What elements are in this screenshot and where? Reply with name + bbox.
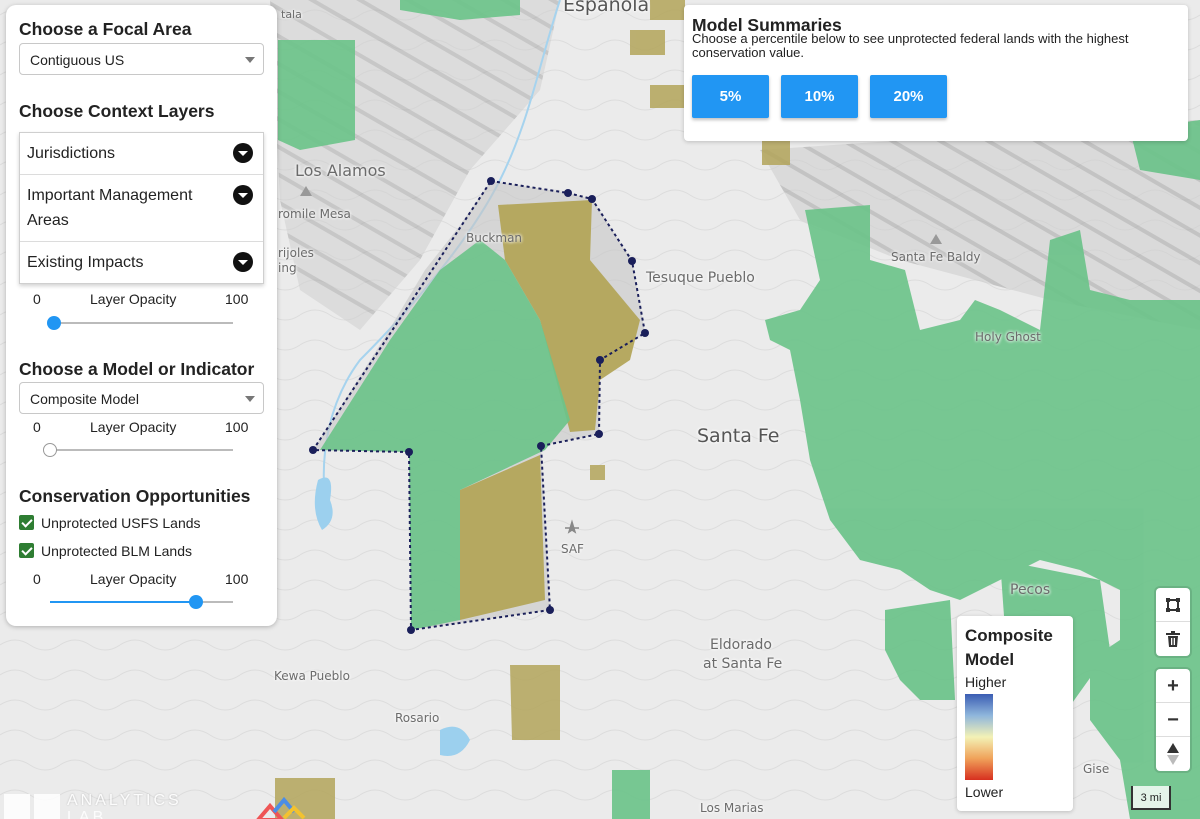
chevron-down-icon bbox=[245, 396, 255, 402]
slider-handle[interactable] bbox=[189, 595, 203, 609]
analytics-lab-logo: ANALYTICS LAB bbox=[0, 790, 200, 819]
map-label-tesuque: Tesuque Pueblo bbox=[646, 270, 755, 286]
context-layers-title: Choose Context Layers bbox=[19, 101, 215, 121]
model-opacity-slider[interactable] bbox=[43, 443, 233, 457]
sidebar-panel: Choose a Focal Area Contiguous US Choose… bbox=[6, 5, 277, 626]
map-label-white-rock: romile Mesa bbox=[278, 207, 351, 221]
opacity-max: 100 bbox=[225, 571, 249, 587]
conservation-opacity-slider[interactable] bbox=[50, 595, 233, 609]
map-label-holy-ghost: Holy Ghost bbox=[975, 330, 1041, 344]
opacity-label: Layer Opacity bbox=[90, 419, 177, 435]
logo-text-line-2: LAB bbox=[67, 809, 107, 819]
draw-polygon-button[interactable] bbox=[1156, 588, 1190, 622]
map-label-rosario: Rosario bbox=[395, 711, 440, 725]
focal-area-value: Contiguous US bbox=[30, 52, 125, 68]
logo-mark-icon bbox=[4, 794, 60, 819]
opacity-max: 100 bbox=[225, 419, 249, 435]
context-layer-label: Existing Impacts bbox=[27, 254, 144, 271]
legend-low-label: Lower bbox=[965, 784, 1004, 800]
map-label-frijoles-2: ing bbox=[278, 261, 297, 275]
chevron-down-icon[interactable] bbox=[233, 252, 253, 272]
model-select[interactable]: Composite Model bbox=[19, 382, 264, 414]
context-layer-management-areas[interactable]: Important Management Areas bbox=[20, 175, 263, 242]
reset-bearing-button[interactable] bbox=[1156, 737, 1190, 771]
usfs-checkbox[interactable] bbox=[19, 515, 34, 530]
blm-checkbox-label: Unprotected BLM Lands bbox=[41, 543, 192, 559]
percentile-10-button[interactable]: 10% bbox=[781, 75, 858, 118]
slider-handle[interactable] bbox=[43, 443, 57, 457]
model-summaries-description: Choose a percentile below to see unprote… bbox=[692, 31, 1129, 60]
zoom-in-button[interactable]: + bbox=[1156, 669, 1190, 703]
map-label-eldorado: Eldorado bbox=[710, 637, 772, 653]
scale-bar: 3 mi bbox=[1131, 786, 1171, 810]
map-label-pecos: Pecos bbox=[1010, 582, 1051, 598]
map-label-top-left: tala bbox=[281, 8, 302, 21]
map-label-buckman: Buckman bbox=[466, 231, 523, 245]
conservation-title: Conservation Opportunities bbox=[19, 486, 251, 506]
chevron-down-icon bbox=[245, 57, 255, 63]
draw-controls bbox=[1156, 588, 1190, 656]
usfs-checkbox-label: Unprotected USFS Lands bbox=[41, 515, 201, 531]
map-label-espanola: Espanola bbox=[563, 0, 650, 16]
context-layer-label: Important Management Areas bbox=[27, 187, 193, 229]
context-layer-existing-impacts[interactable]: Existing Impacts bbox=[20, 242, 263, 283]
opacity-min: 0 bbox=[33, 291, 41, 307]
logo-text-line-1: ANALYTICS bbox=[67, 792, 182, 809]
legend-title: Composite Model bbox=[965, 626, 1053, 669]
blm-checkbox[interactable] bbox=[19, 543, 34, 558]
focal-area-title: Choose a Focal Area bbox=[19, 19, 192, 39]
trash-icon bbox=[1166, 631, 1180, 647]
opacity-min: 0 bbox=[33, 419, 41, 435]
partner-logo-icon bbox=[256, 796, 306, 819]
model-value: Composite Model bbox=[30, 391, 139, 407]
map-label-los-alamos: Los Alamos bbox=[295, 161, 386, 180]
delete-polygon-button[interactable] bbox=[1156, 622, 1190, 656]
map-label-eldorado-2: at Santa Fe bbox=[703, 656, 783, 672]
zoom-out-button[interactable]: − bbox=[1156, 703, 1190, 737]
polygon-icon bbox=[1166, 598, 1180, 612]
model-summaries-panel: Model Summaries Choose a percentile belo… bbox=[684, 5, 1188, 141]
map-label-los-marias: Los Marias bbox=[700, 801, 764, 815]
map-label-santa-fe: Santa Fe bbox=[697, 425, 780, 447]
legend-panel: Composite Model Higher Lower bbox=[957, 616, 1073, 811]
slider-handle[interactable] bbox=[47, 316, 61, 330]
map-label-kewa: Kewa Pueblo bbox=[274, 669, 350, 683]
slider-fill bbox=[50, 601, 196, 603]
zoom-controls: + − bbox=[1156, 669, 1190, 771]
opacity-max: 100 bbox=[225, 291, 249, 307]
context-layers-list: Jurisdictions Important Management Areas… bbox=[19, 132, 264, 284]
percentile-20-button[interactable]: 20% bbox=[870, 75, 947, 118]
context-layer-label: Jurisdictions bbox=[27, 145, 116, 162]
model-title: Choose a Model or Indicator bbox=[19, 359, 255, 379]
map-label-santa-fe-baldy: Santa Fe Baldy bbox=[891, 250, 981, 264]
focal-area-select[interactable]: Contiguous US bbox=[19, 43, 264, 75]
map-label-frijoles: rijoles bbox=[278, 246, 314, 260]
map-label-saf: SAF bbox=[561, 542, 584, 556]
chevron-down-icon[interactable] bbox=[233, 185, 253, 205]
percentile-5-button[interactable]: 5% bbox=[692, 75, 769, 118]
legend-high-label: Higher bbox=[965, 674, 1007, 690]
compass-icon bbox=[1167, 743, 1179, 765]
map-label-glorieta: Gise bbox=[1083, 762, 1110, 776]
legend-color-ramp bbox=[965, 694, 993, 780]
chevron-down-icon[interactable] bbox=[233, 143, 253, 163]
context-opacity-slider[interactable] bbox=[47, 316, 233, 330]
context-layer-jurisdictions[interactable]: Jurisdictions bbox=[20, 133, 263, 175]
opacity-min: 0 bbox=[33, 571, 41, 587]
opacity-label: Layer Opacity bbox=[90, 571, 177, 587]
opacity-label: Layer Opacity bbox=[90, 291, 177, 307]
